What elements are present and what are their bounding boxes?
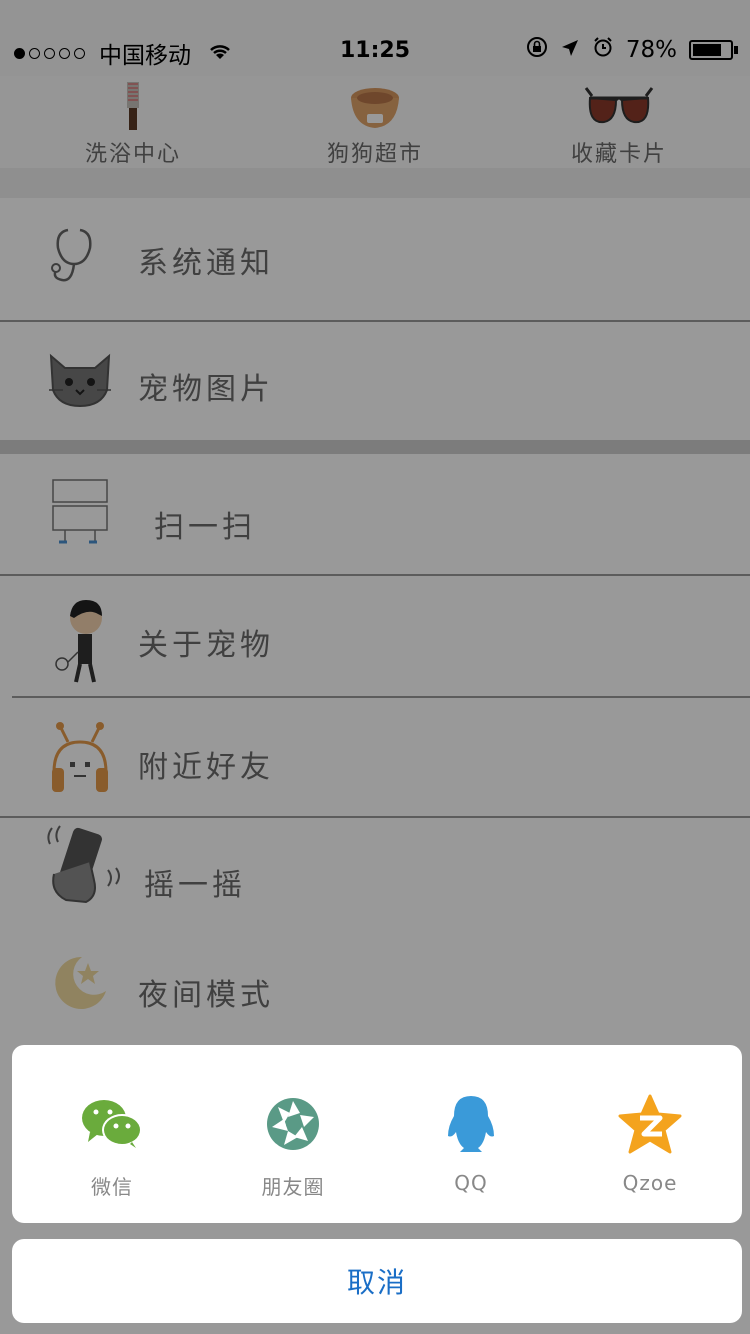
share-moments-button[interactable]: 朋友圈 [223, 1089, 363, 1200]
wechat-icon [42, 1089, 182, 1159]
qq-penguin-icon [401, 1089, 541, 1159]
moments-icon [223, 1089, 363, 1159]
share-label: 朋友圈 [261, 1175, 325, 1199]
share-label: Qzoe [622, 1171, 678, 1195]
share-label: 微信 [91, 1175, 133, 1199]
cancel-button[interactable]: 取消 [12, 1239, 742, 1323]
qzone-star-icon [580, 1089, 720, 1159]
share-qq-button[interactable]: QQ [401, 1089, 541, 1195]
share-label: QQ [454, 1171, 488, 1195]
share-qzone-button[interactable]: Qzoe [580, 1089, 720, 1195]
share-sheet: 微信 朋友圈 QQ Qzoe [12, 1045, 742, 1223]
share-wechat-button[interactable]: 微信 [42, 1089, 182, 1200]
